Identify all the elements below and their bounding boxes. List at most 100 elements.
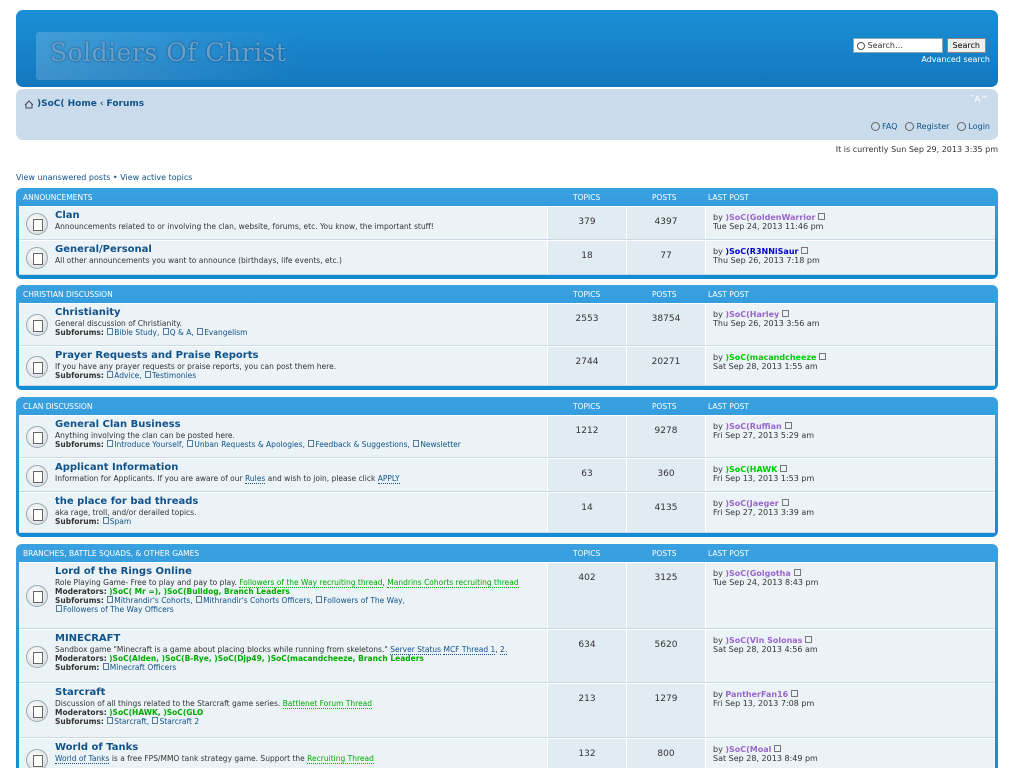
category-header: BRANCHES, BATTLE SQUADS, & OTHER GAMES T… [19,544,995,562]
search-button[interactable]: Search [946,38,986,53]
rules-link[interactable]: Rules [245,474,266,484]
login-link[interactable]: Login [957,122,990,131]
unanswered-posts-link[interactable]: View unanswered posts [16,173,110,182]
last-post-user[interactable]: )SoC(macandcheeze [725,353,816,362]
category-title[interactable]: CHRISTIAN DISCUSSION [23,290,113,299]
subforum-link[interactable]: Evangelism [204,328,247,337]
site-logo[interactable]: Soldiers Of Christ [36,32,306,80]
subforum-link[interactable]: Introduce Yourself, [114,440,184,449]
forum-read-icon [26,213,48,235]
breadcrumb-forums[interactable]: Forums [107,99,145,109]
forum-subforum-icon [26,314,48,336]
forum-description: World of Tanks is a free FPS/MMO tank st… [55,754,374,764]
subforum-link[interactable]: Minecraft Officers [110,663,176,672]
forum-title[interactable]: the place for bad threads [55,496,547,507]
posts-count: 360 [626,459,705,491]
view-post-icon[interactable] [819,353,827,360]
register-link[interactable]: Register [905,122,949,131]
forum-title[interactable]: Starcraft [55,687,547,698]
faq-link[interactable]: FAQ [870,122,897,131]
moderators: Moderators: )SoC(HAWK, )SoC(GLO [55,708,204,717]
recruiting-link[interactable]: Recruiting Thread [307,754,374,764]
subforum-link[interactable]: Testimonies [152,371,196,380]
moderator-list[interactable]: )SoC(Alden, )SoC(B-Rye, )SoC(Djp49, )SoC… [109,654,424,663]
forum-title[interactable]: World of Tanks [55,742,547,753]
posts-count: 3125 [626,563,705,628]
forum-title[interactable]: General Clan Business [55,419,547,430]
view-post-icon[interactable] [805,636,813,643]
last-post-user[interactable]: )SoC(HAWK [725,465,777,474]
mcf-thread-link[interactable]: MCF Thread 1 [443,645,496,655]
subforum-link[interactable]: Bible Study, [114,328,159,337]
last-post-user[interactable]: PantherFan16 [725,690,788,699]
view-post-icon[interactable] [780,465,788,472]
subforum-link[interactable]: Mithrandir's Cohorts Officers, [203,596,313,605]
subforum-link[interactable]: Mithrandir's Cohorts, [114,596,192,605]
view-post-icon[interactable] [793,569,801,576]
category-title[interactable]: ANNOUNCEMENTS [23,193,93,202]
category-title[interactable]: CLAN DISCUSSION [23,402,92,411]
recruiting-link[interactable]: Mandrins Cohorts recruiting thread [387,578,519,588]
apply-link[interactable]: APPLY [377,474,400,484]
last-post-user[interactable]: )SoC(Jaeger [725,499,778,508]
last-post-user[interactable]: )SoC(GoldenWarrior [725,213,815,222]
forum-title[interactable]: Christianity [55,307,547,318]
forum-read-icon [26,749,48,768]
last-post: by )SoC(macandcheeze Sat Sep 28, 2013 1:5… [705,347,995,385]
forum-title[interactable]: Applicant Information [55,462,547,473]
view-post-icon[interactable] [818,213,826,220]
subforum-link[interactable]: Followers of The Way, [323,596,405,605]
last-post-user[interactable]: )SoC(Vin Solonas [725,636,802,645]
last-post: by )SoC(HAWK Fri Sep 13, 2013 1:53 pm [705,459,995,491]
view-post-icon[interactable] [782,310,790,317]
advanced-search-link[interactable]: Advanced search [921,55,990,64]
col-last-post: LAST POST [708,289,749,299]
category-announcements: ANNOUNCEMENTS TOPICS POSTS LAST POST Cla… [16,188,998,279]
last-post-user[interactable]: )SoC(Ruffian [725,422,781,431]
forum-title[interactable]: Lord of the Rings Online [55,566,547,577]
last-post-user[interactable]: )SoC(Golgotha [725,569,790,578]
last-post-date: Sat Sep 28, 2013 8:49 pm [713,754,818,763]
forum-title[interactable]: Prayer Requests and Praise Reports [55,350,547,361]
view-post-icon[interactable] [774,745,782,752]
subforum-link[interactable]: Newsletter [420,440,461,449]
last-post-user[interactable]: )SoC(Harley [725,310,779,319]
wot-link[interactable]: World of Tanks [55,754,110,764]
view-post-icon[interactable] [784,422,792,429]
battlenet-link[interactable]: Battlenet Forum Thread [282,699,373,709]
col-last-post: LAST POST [708,192,749,202]
subforum-link[interactable]: Spam [110,517,131,526]
subforum-icon [102,663,109,670]
forum-title[interactable]: Clan [55,210,547,221]
last-post-user[interactable]: )SoC(R3NNiSaur [725,247,798,256]
active-topics-link[interactable]: View active topics [120,173,192,182]
subforum-link[interactable]: Q & A, [170,328,194,337]
last-post-by: by [713,213,723,222]
forum-title[interactable]: MINECRAFT [55,633,547,644]
mcf-thread-2-link[interactable]: 2. [500,645,508,655]
search-input[interactable]: Search… [852,38,943,53]
last-post-by: by [713,499,723,508]
forum-title[interactable]: General/Personal [55,244,547,255]
breadcrumb-home[interactable]: )SoC( Home [37,99,97,109]
view-post-icon[interactable] [791,690,799,697]
view-post-icon[interactable] [781,499,789,506]
category-title[interactable]: BRANCHES, BATTLE SQUADS, & OTHER GAMES [23,549,199,558]
subforum-link[interactable]: Feedback & Suggestions, [315,440,410,449]
subforum-link[interactable]: Starcraft, [114,717,149,726]
view-post-icon[interactable] [801,247,809,254]
subforum-link[interactable]: Starcraft 2 [159,717,199,726]
subforum-link[interactable]: Advice, [114,371,141,380]
topics-count: 1212 [547,416,626,457]
last-post-by: by [713,422,723,431]
category-branches: BRANCHES, BATTLE SQUADS, & OTHER GAMES T… [16,544,998,768]
moderator-list[interactable]: )SoC(HAWK, )SoC(GLO [109,708,203,717]
last-post-user[interactable]: )SoC(Moal [725,745,771,754]
font-size-toggle[interactable]: ˇA^ [970,95,988,105]
subforum-icon [145,371,152,378]
navbar: )SoC( Home ‹ Forums ˇA^ FAQ Register Log… [16,89,998,140]
forum-row-clan-business: General Clan Business Anything involving… [19,415,995,458]
moderator-list[interactable]: )SoC( Mr =), )SoC(Bulldog, Branch Leader… [109,587,290,596]
subforum-link[interactable]: Followers of The Way Officers [63,605,174,614]
subforum-link[interactable]: Unban Requests & Apologies, [194,440,305,449]
